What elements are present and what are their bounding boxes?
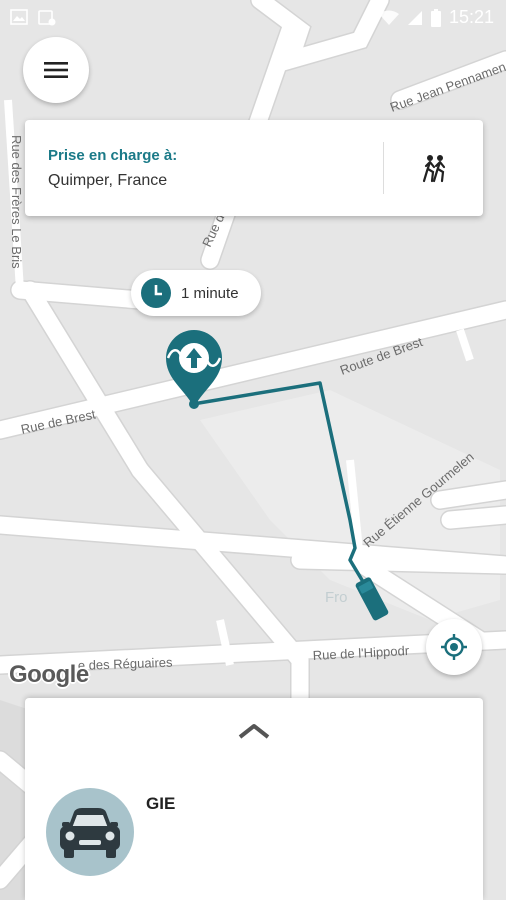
car-icon [60,808,120,858]
chevron-up-icon[interactable] [237,722,271,740]
hamburger-icon [44,62,68,78]
vehicle-bottom-sheet[interactable]: GIE [25,698,483,900]
menu-button[interactable] [23,37,89,103]
crosshair-icon [441,634,467,660]
card-divider [383,142,384,194]
pickup-address[interactable]: Quimper, France [48,172,167,190]
pickup-card[interactable]: Prise en charge à: Quimper, France [25,120,483,216]
pedestrians-icon [422,155,446,183]
eta-text: 1 minute [181,284,239,302]
my-location-button[interactable] [426,619,482,675]
clock-icon [141,278,171,308]
walking-mode-button[interactable] [395,142,475,194]
poi-label: Fro [325,589,348,606]
status-bar: 15:21 [0,0,506,36]
image-icon [10,9,28,25]
notification-icon [38,10,56,26]
vehicle-avatar [46,788,134,876]
pickup-label: Prise en charge à: [48,147,178,164]
driver-name: GIE [146,794,176,813]
signal-icon [407,10,422,25]
clock-time: 15:21 [448,7,494,27]
eta-badge: 1 minute [131,270,261,316]
google-logo: Google [9,661,89,688]
street-label-left-vertical: Rue des Frères Le Bris [9,135,24,269]
wifi-icon [378,10,399,25]
battery-icon [430,8,441,27]
